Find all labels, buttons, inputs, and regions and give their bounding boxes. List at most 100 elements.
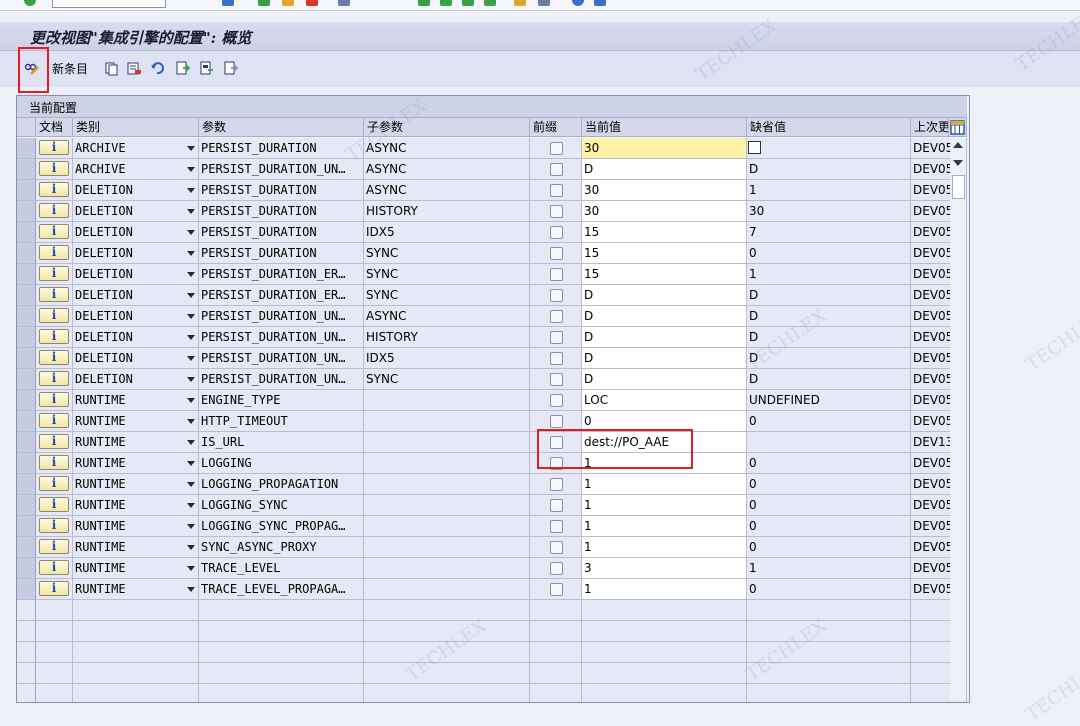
category-cell[interactable]: RUNTIME <box>73 516 199 537</box>
empty-cell[interactable] <box>17 642 36 663</box>
dropdown-arrow-icon[interactable] <box>187 377 195 382</box>
row-selector[interactable] <box>17 369 36 390</box>
current-value-input[interactable]: 15 <box>582 222 747 243</box>
current-value-input[interactable]: 15 <box>582 264 747 285</box>
current-value-input[interactable]: 1 <box>582 537 747 558</box>
dropdown-arrow-icon[interactable] <box>187 440 195 445</box>
info-icon[interactable]: i <box>39 371 69 386</box>
info-icon[interactable]: i <box>39 287 69 302</box>
category-cell[interactable]: RUNTIME <box>73 432 199 453</box>
header-selector[interactable] <box>17 118 36 137</box>
prefix-checkbox[interactable] <box>550 499 563 512</box>
current-value-input[interactable]: D <box>582 306 747 327</box>
category-cell[interactable]: RUNTIME <box>73 579 199 600</box>
dropdown-arrow-icon[interactable] <box>187 587 195 592</box>
info-icon[interactable]: i <box>39 581 69 596</box>
current-value-input[interactable]: 1 <box>582 516 747 537</box>
row-selector[interactable] <box>17 159 36 180</box>
prefix-checkbox[interactable] <box>550 394 563 407</box>
dropdown-arrow-icon[interactable] <box>187 293 195 298</box>
row-selector[interactable] <box>17 222 36 243</box>
dropdown-arrow-icon[interactable] <box>187 230 195 235</box>
enter-icon[interactable] <box>24 0 36 6</box>
current-value-input[interactable]: D <box>582 285 747 306</box>
prefix-checkbox[interactable] <box>550 415 563 428</box>
prefix-checkbox[interactable] <box>550 352 563 365</box>
delete-button[interactable] <box>127 59 142 77</box>
header-prefix[interactable]: 前缀 <box>530 118 582 137</box>
empty-cell[interactable] <box>17 684 36 702</box>
header-subparameter[interactable]: 子参数 <box>364 118 530 137</box>
row-selector[interactable] <box>17 285 36 306</box>
new-session-icon[interactable] <box>514 0 526 6</box>
row-selector[interactable] <box>17 264 36 285</box>
header-parameter[interactable]: 参数 <box>199 118 364 137</box>
header-doc[interactable]: 文档 <box>36 118 73 137</box>
column-settings-button[interactable] <box>949 118 967 137</box>
info-icon[interactable]: i <box>39 518 69 533</box>
cancel-icon[interactable] <box>306 0 318 6</box>
scroll-down-arrow[interactable] <box>953 160 963 166</box>
category-cell[interactable]: DELETION <box>73 180 199 201</box>
scroll-up-arrow[interactable] <box>953 142 963 148</box>
row-selector[interactable] <box>17 516 36 537</box>
current-value-input[interactable]: D <box>582 348 747 369</box>
info-icon[interactable]: i <box>39 413 69 428</box>
info-icon[interactable]: i <box>39 308 69 323</box>
dropdown-arrow-icon[interactable] <box>187 482 195 487</box>
undo-button[interactable] <box>150 59 165 77</box>
prefix-checkbox[interactable] <box>550 478 563 491</box>
current-value-input[interactable]: 30 <box>582 180 747 201</box>
row-selector[interactable] <box>17 390 36 411</box>
empty-cell[interactable] <box>17 600 36 621</box>
header-default-value[interactable]: 缺省值 <box>747 118 911 137</box>
exit-icon[interactable] <box>282 0 294 6</box>
select-block-button[interactable] <box>199 59 214 77</box>
info-icon[interactable]: i <box>39 182 69 197</box>
row-selector[interactable] <box>17 537 36 558</box>
row-selector[interactable] <box>17 243 36 264</box>
prefix-checkbox[interactable] <box>550 226 563 239</box>
find-icon[interactable] <box>418 0 430 6</box>
info-icon[interactable]: i <box>39 497 69 512</box>
row-selector[interactable] <box>17 579 36 600</box>
row-selector[interactable] <box>17 558 36 579</box>
row-selector[interactable] <box>17 348 36 369</box>
category-cell[interactable]: RUNTIME <box>73 453 199 474</box>
deselect-all-button[interactable] <box>223 59 238 77</box>
category-cell[interactable]: RUNTIME <box>73 537 199 558</box>
category-cell[interactable]: RUNTIME <box>73 474 199 495</box>
prefix-checkbox[interactable] <box>550 520 563 533</box>
current-value-input[interactable]: D <box>582 159 747 180</box>
row-selector[interactable] <box>17 201 36 222</box>
category-cell[interactable]: DELETION <box>73 306 199 327</box>
category-cell[interactable]: ARCHIVE <box>73 159 199 180</box>
row-selector[interactable] <box>17 138 36 159</box>
dropdown-arrow-icon[interactable] <box>187 398 195 403</box>
category-cell[interactable]: ARCHIVE <box>73 138 199 159</box>
category-cell[interactable]: DELETION <box>73 369 199 390</box>
dropdown-arrow-icon[interactable] <box>187 314 195 319</box>
row-selector[interactable] <box>17 180 36 201</box>
current-value-input[interactable]: 15 <box>582 243 747 264</box>
dropdown-arrow-icon[interactable] <box>187 146 195 151</box>
category-cell[interactable]: DELETION <box>73 243 199 264</box>
dropdown-arrow-icon[interactable] <box>187 167 195 172</box>
vertical-scrollbar[interactable] <box>950 138 966 700</box>
header-category[interactable]: 类别 <box>73 118 199 137</box>
current-value-input[interactable]: 1 <box>582 579 747 600</box>
first-page-icon[interactable] <box>440 0 452 6</box>
current-value-input[interactable]: 1 <box>582 474 747 495</box>
current-value-input[interactable]: D <box>582 327 747 348</box>
category-cell[interactable]: RUNTIME <box>73 495 199 516</box>
info-icon[interactable]: i <box>39 329 69 344</box>
help-icon[interactable] <box>572 0 584 6</box>
save-icon[interactable] <box>222 0 234 6</box>
info-icon[interactable]: i <box>39 560 69 575</box>
current-value-input[interactable]: 30 <box>582 138 747 159</box>
row-selector[interactable] <box>17 411 36 432</box>
row-selector[interactable] <box>17 495 36 516</box>
print-icon[interactable] <box>338 0 350 6</box>
row-selector[interactable] <box>17 474 36 495</box>
scroll-thumb[interactable] <box>952 175 965 199</box>
